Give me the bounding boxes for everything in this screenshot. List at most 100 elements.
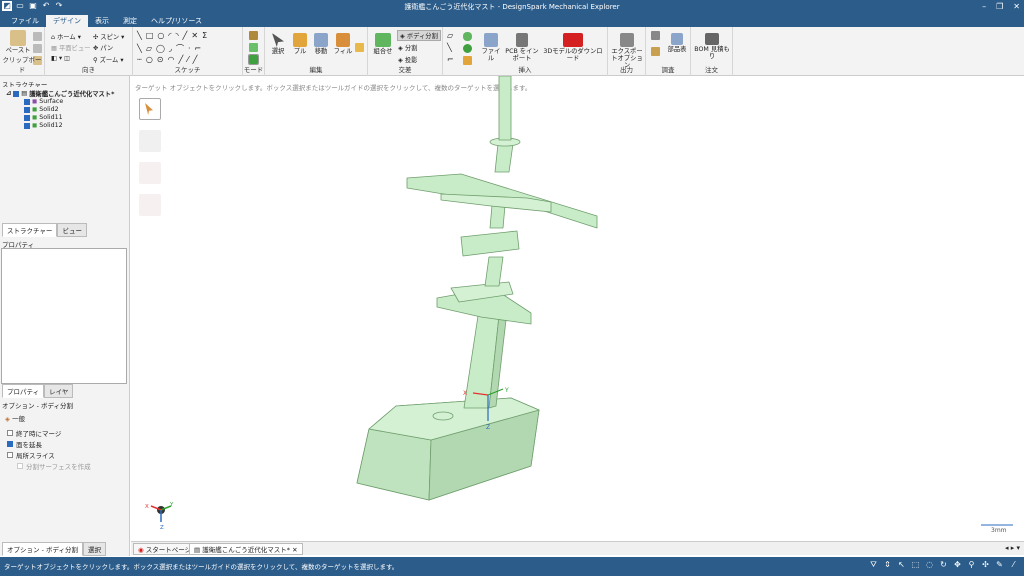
triad-status-icon[interactable]: ⛛ <box>869 560 878 569</box>
merge-checkbox[interactable] <box>7 430 13 436</box>
tab-layers[interactable]: レイヤ <box>44 384 74 398</box>
cart-icon <box>705 33 719 45</box>
insert-shapes[interactable]: ▱ ╲ ⌐ <box>447 30 454 66</box>
section-mode-icon[interactable] <box>249 43 258 52</box>
insert-file-button[interactable]: ファイル <box>479 33 503 62</box>
pen-status-icon[interactable]: ✎ <box>995 560 1004 569</box>
restore-icon[interactable]: ❐ <box>996 0 1003 13</box>
close-icon[interactable]: ✕ <box>1013 0 1020 13</box>
plane-view-button[interactable]: ▦ 平面ビュー <box>51 43 90 52</box>
document-tab[interactable]: ▤ 護衛艦こんごう近代化マスト* ✕ <box>189 543 303 555</box>
measure-icon[interactable] <box>651 31 660 40</box>
mast-model[interactable]: X Y Z X Y Z <box>131 76 1024 541</box>
svg-text:Y: Y <box>169 502 174 508</box>
fit-status-icon[interactable]: ✣ <box>981 560 990 569</box>
zoom-button[interactable]: ⚲ ズーム ▾ <box>93 55 124 64</box>
option-merge-on-finish[interactable]: 終了時にマージ <box>7 428 61 438</box>
local-slice-checkbox[interactable] <box>7 452 13 458</box>
option-local-slice[interactable]: 局所スライス <box>7 450 55 460</box>
cylinder-icon[interactable] <box>463 32 472 41</box>
tree-item-solid11[interactable]: ◼ Solid11 <box>24 114 63 121</box>
sketch-tools-row1[interactable]: ╲□○◜◝╱✕Σ <box>137 31 211 40</box>
project-button[interactable]: ◈ 投影 <box>398 55 417 64</box>
antenna-pole[interactable] <box>498 76 512 141</box>
bom-quote-button[interactable]: BOM 見積もり <box>693 33 731 60</box>
select-mode-icon[interactable]: ↖ <box>897 560 906 569</box>
doc-icon: ▤ <box>194 546 201 554</box>
3d-download-icon <box>563 33 583 47</box>
paste-button[interactable]: ペースト <box>4 30 32 54</box>
root-checkbox[interactable] <box>13 90 20 97</box>
pan-button[interactable]: ✥ パン <box>93 43 113 52</box>
base-cylinder[interactable] <box>432 411 454 421</box>
tab-measure[interactable]: 測定 <box>116 15 144 27</box>
cut-icon[interactable] <box>33 32 42 41</box>
tab-file[interactable]: ファイル <box>4 15 46 27</box>
sketch-mode-icon[interactable] <box>249 31 258 40</box>
split-body-icon: ◈ <box>5 415 10 423</box>
tree-root[interactable]: ⊿ ▤ 護衛艦こんごう近代化マスト* <box>6 89 114 98</box>
select-button[interactable]: 選択 <box>267 33 289 55</box>
expand-icon[interactable]: ⊿ <box>6 90 11 97</box>
sketch-tools-row2[interactable]: ╲▱◯◞⌒·⌐ <box>137 43 205 54</box>
tweak-icon[interactable] <box>355 43 364 52</box>
bom-icon[interactable] <box>651 47 660 56</box>
tree-item-solid2[interactable]: ◼ Solid2 <box>24 106 59 113</box>
box-select-icon[interactable]: ⬚ <box>911 560 920 569</box>
sphere-icon[interactable] <box>463 44 472 53</box>
base-left-face[interactable] <box>356 428 432 501</box>
minimize-icon[interactable]: – <box>982 0 986 13</box>
3d-mode-icon[interactable] <box>248 54 259 65</box>
middle-mast[interactable] <box>484 256 504 287</box>
combine-button[interactable]: 組合せ <box>370 33 396 55</box>
home-button[interactable]: ⌂ ホーム ▾ <box>51 32 81 41</box>
3d-viewport[interactable]: ターゲット オブジェクトをクリックします。ボックス選択またはツールガイドの選択を… <box>131 76 1024 541</box>
tab-scroll-arrows[interactable]: ◂ ▸ ▾ <box>1005 544 1020 552</box>
tab-structure[interactable]: ストラクチャー <box>2 223 58 237</box>
tab-design[interactable]: デザイン <box>46 15 88 27</box>
view-triad-icon[interactable]: X Y Z <box>145 502 174 531</box>
middle-block[interactable] <box>460 230 520 257</box>
item-checkbox[interactable] <box>24 114 30 121</box>
item-checkbox[interactable] <box>24 122 30 129</box>
zoom-status-icon[interactable]: ⚲ <box>967 560 976 569</box>
view-buttons[interactable]: ◧ ▾ ◫ <box>51 55 70 62</box>
tab-help[interactable]: ヘルプ/リソース <box>144 15 209 27</box>
brush-status-icon[interactable]: ⁄ <box>1009 560 1018 569</box>
solid-icon: ◼ <box>32 122 38 129</box>
close-tab-icon[interactable]: ✕ <box>292 546 297 554</box>
pcb-import-button[interactable]: PCB をインポート <box>505 33 539 62</box>
option-extend-faces[interactable]: 面を延長 <box>7 439 42 449</box>
sketch-tools-row3[interactable]: ┄○⊙◠╱⁄╱ <box>137 55 201 64</box>
fill-button[interactable]: フィル <box>332 33 354 55</box>
split-body-button[interactable]: ◈ ボディ分割 <box>397 30 441 41</box>
z-axis-label: Z <box>486 424 490 431</box>
extend-checkbox[interactable] <box>7 441 13 447</box>
tab-properties[interactable]: プロパティ <box>2 384 45 398</box>
option-create-split-surface[interactable]: 分割サーフェスを作成 <box>17 461 91 471</box>
tab-options[interactable]: オプション - ボディ分割 <box>2 542 84 556</box>
item-checkbox[interactable] <box>24 98 30 105</box>
lasso-icon[interactable]: ◌ <box>925 560 934 569</box>
tab-view[interactable]: 表示 <box>88 15 116 27</box>
split-surface-checkbox[interactable] <box>17 463 23 469</box>
pointer-status-icon[interactable]: ⇕ <box>883 560 892 569</box>
pull-button[interactable]: プル <box>290 33 310 55</box>
spin-status-icon[interactable]: ↻ <box>939 560 948 569</box>
parts-list-button[interactable]: 部品表 <box>666 33 688 53</box>
move-button[interactable]: 移動 <box>311 33 331 55</box>
top-mast[interactable] <box>494 143 514 173</box>
tab-view-panel[interactable]: ビュー <box>57 223 87 237</box>
options-header: オプション - ボディ分割 <box>2 402 74 410</box>
tree-item-solid12[interactable]: ◼ Solid12 <box>24 122 63 129</box>
window-title: 護衛艦こんごう近代化マスト - DesignSpark Mechanical E… <box>404 3 620 11</box>
pan-status-icon[interactable]: ✥ <box>953 560 962 569</box>
copy-icon[interactable] <box>33 44 42 53</box>
split-button[interactable]: ◈ 分割 <box>398 43 417 52</box>
item-checkbox[interactable] <box>24 106 30 113</box>
download-3d-button[interactable]: 3Dモデルのダウンロード <box>541 33 605 62</box>
start-page-tab[interactable]: ◉ スタートページ <box>133 543 197 555</box>
spin-button[interactable]: ✣ スピン ▾ <box>93 32 124 41</box>
tree-item-surface[interactable]: ◼ Surface <box>24 98 63 105</box>
tab-selection[interactable]: 選択 <box>83 542 107 556</box>
